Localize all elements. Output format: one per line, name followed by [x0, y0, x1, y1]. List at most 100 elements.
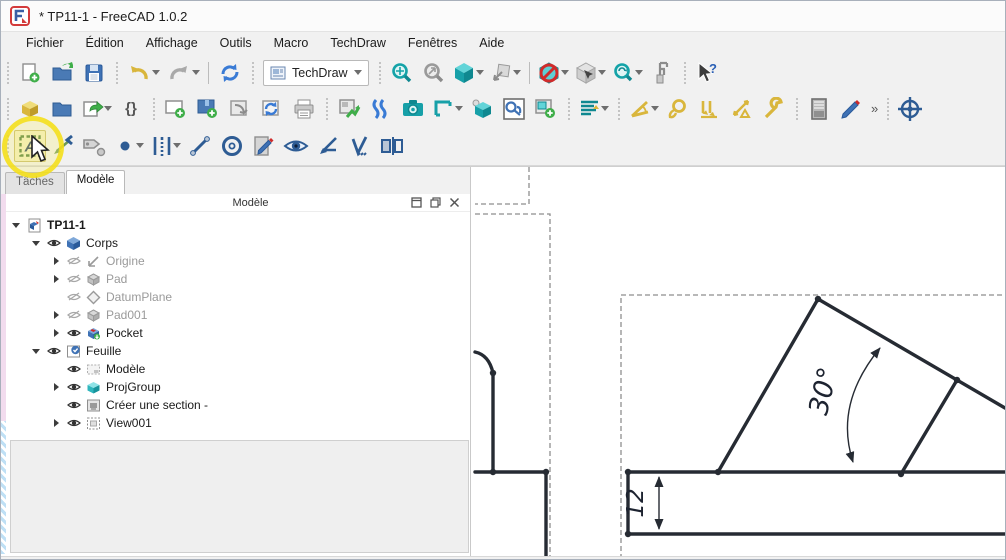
toolbar-grip[interactable] [324, 98, 331, 120]
center-circle-button[interactable] [216, 130, 248, 162]
tree-row-origine[interactable]: Origine [1, 252, 470, 270]
open-document-button[interactable] [46, 57, 78, 89]
view-fit-selection-button[interactable] [418, 57, 450, 89]
refresh-button[interactable] [214, 57, 246, 89]
balloon-button[interactable] [78, 130, 110, 162]
redraw-page-button[interactable] [224, 93, 256, 125]
menu-techdraw[interactable]: TechDraw [319, 34, 397, 52]
create-part-button[interactable] [14, 93, 46, 125]
tree-row-view001[interactable]: View001 [1, 414, 470, 432]
template-fields-button[interactable] [803, 93, 835, 125]
expand-arrow-icon[interactable] [49, 257, 63, 265]
tree-row-pocket[interactable]: Pocket [1, 324, 470, 342]
insert-view-button[interactable] [466, 93, 498, 125]
toolbar-grip[interactable] [114, 62, 121, 84]
menu-affichage[interactable]: Affichage [135, 34, 209, 52]
cosmetic-vertex-button[interactable] [110, 130, 139, 162]
isometric-view-button[interactable] [450, 57, 479, 89]
tree-row-corps[interactable]: Corps [1, 234, 470, 252]
insert-section-view-button[interactable] [429, 93, 458, 125]
redo-button[interactable] [163, 57, 195, 89]
new-document-button[interactable] [14, 57, 46, 89]
menu-aide[interactable]: Aide [468, 34, 515, 52]
whats-this-button[interactable]: ? [691, 57, 723, 89]
tree-row-feuille[interactable]: Feuille [1, 342, 470, 360]
toolbar-grip[interactable] [885, 98, 892, 120]
tab-taches[interactable]: Tâches [5, 172, 65, 194]
toolbar-grip[interactable] [616, 98, 623, 120]
line-decoration-button[interactable] [248, 130, 280, 162]
panel-dock-button[interactable] [410, 197, 422, 209]
insert-active-view-button[interactable] [397, 93, 429, 125]
surface-finish-button[interactable] [344, 130, 376, 162]
view-fit-all-button[interactable] [386, 57, 418, 89]
toolbar-grip[interactable] [682, 62, 689, 84]
toolbar-grip[interactable] [377, 62, 384, 84]
axonometric-view-caret[interactable] [513, 70, 521, 75]
workbench-selector-caret[interactable] [354, 70, 362, 75]
expand-arrow-icon[interactable] [49, 275, 63, 283]
extension-tools-button[interactable] [758, 93, 790, 125]
axis-cross-button[interactable] [894, 93, 926, 125]
leader-line-button[interactable] [46, 130, 78, 162]
cosmetic-line-button[interactable] [184, 130, 216, 162]
menu-outils[interactable]: Outils [209, 34, 263, 52]
expressions-button[interactable]: {} [115, 93, 147, 125]
centerline-caret[interactable] [173, 143, 181, 148]
extension-detail-button[interactable] [662, 93, 694, 125]
toolbar-overflow-button[interactable]: » [871, 101, 877, 116]
expand-arrow-icon[interactable] [29, 241, 43, 246]
export-page-dxf-button[interactable] [365, 93, 397, 125]
toolbar-grip[interactable] [5, 98, 12, 120]
extension-angle-caret[interactable] [651, 106, 659, 111]
toolbar-grip[interactable] [566, 98, 573, 120]
menu-edition[interactable]: Édition [75, 34, 135, 52]
tree-row-pad[interactable]: Pad [1, 270, 470, 288]
stack-order-button[interactable] [575, 93, 604, 125]
new-page-default-button[interactable] [160, 93, 192, 125]
create-group-button[interactable] [46, 93, 78, 125]
extension-angle-button[interactable] [625, 93, 654, 125]
show-hidden-edges-button[interactable] [280, 130, 312, 162]
tab-modele[interactable]: Modèle [66, 170, 126, 194]
annotation-edit-button[interactable] [835, 93, 867, 125]
menu-fichier[interactable]: Fichier [15, 34, 75, 52]
menu-fenetres[interactable]: Fenêtres [397, 34, 468, 52]
save-button[interactable] [78, 57, 110, 89]
angle-dimension-label[interactable]: 30° [803, 364, 844, 418]
hole-shaft-fit-button[interactable] [376, 130, 408, 162]
menu-macro[interactable]: Macro [263, 34, 320, 52]
export-page-svg-button[interactable] [333, 93, 365, 125]
measure-button[interactable] [646, 57, 678, 89]
undo-button[interactable] [123, 57, 155, 89]
toolbar-grip[interactable] [5, 62, 12, 84]
tree-row-datumplane[interactable]: DatumPlane [1, 288, 470, 306]
zoom-tools-button[interactable] [609, 57, 638, 89]
cosmetic-vertex-caret[interactable] [136, 143, 144, 148]
selection-view-button[interactable] [572, 57, 601, 89]
tree-row-section[interactable]: Créer une section - [1, 396, 470, 414]
draw-style-caret[interactable] [561, 70, 569, 75]
rich-text-annotation-button[interactable]: A [14, 130, 46, 162]
draw-style-button[interactable] [535, 57, 564, 89]
expand-arrow-icon[interactable] [49, 419, 63, 427]
height-dimension-label[interactable]: 12 [623, 488, 649, 517]
welding-symbol-button[interactable] [312, 130, 344, 162]
selection-view-caret[interactable] [598, 70, 606, 75]
expand-arrow-icon[interactable] [29, 349, 43, 354]
make-link-button[interactable] [78, 93, 107, 125]
tree-row-modele[interactable]: Modèle [1, 360, 470, 378]
expand-arrow-icon[interactable] [49, 311, 63, 319]
tree-row-tp11-1[interactable]: TP11-1 [1, 216, 470, 234]
new-page-template-button[interactable] [192, 93, 224, 125]
print-button[interactable] [288, 93, 320, 125]
workbench-selector[interactable]: TechDraw [263, 60, 369, 86]
isometric-view-caret[interactable] [476, 70, 484, 75]
insert-projection-group-button[interactable] [498, 93, 530, 125]
stack-order-caret[interactable] [601, 106, 609, 111]
panel-float-button[interactable] [429, 197, 441, 209]
redo-dropdown-caret[interactable] [192, 70, 200, 75]
tree-row-pad001[interactable]: Pad001 [1, 306, 470, 324]
undo-dropdown-caret[interactable] [152, 70, 160, 75]
zoom-tools-caret[interactable] [635, 70, 643, 75]
